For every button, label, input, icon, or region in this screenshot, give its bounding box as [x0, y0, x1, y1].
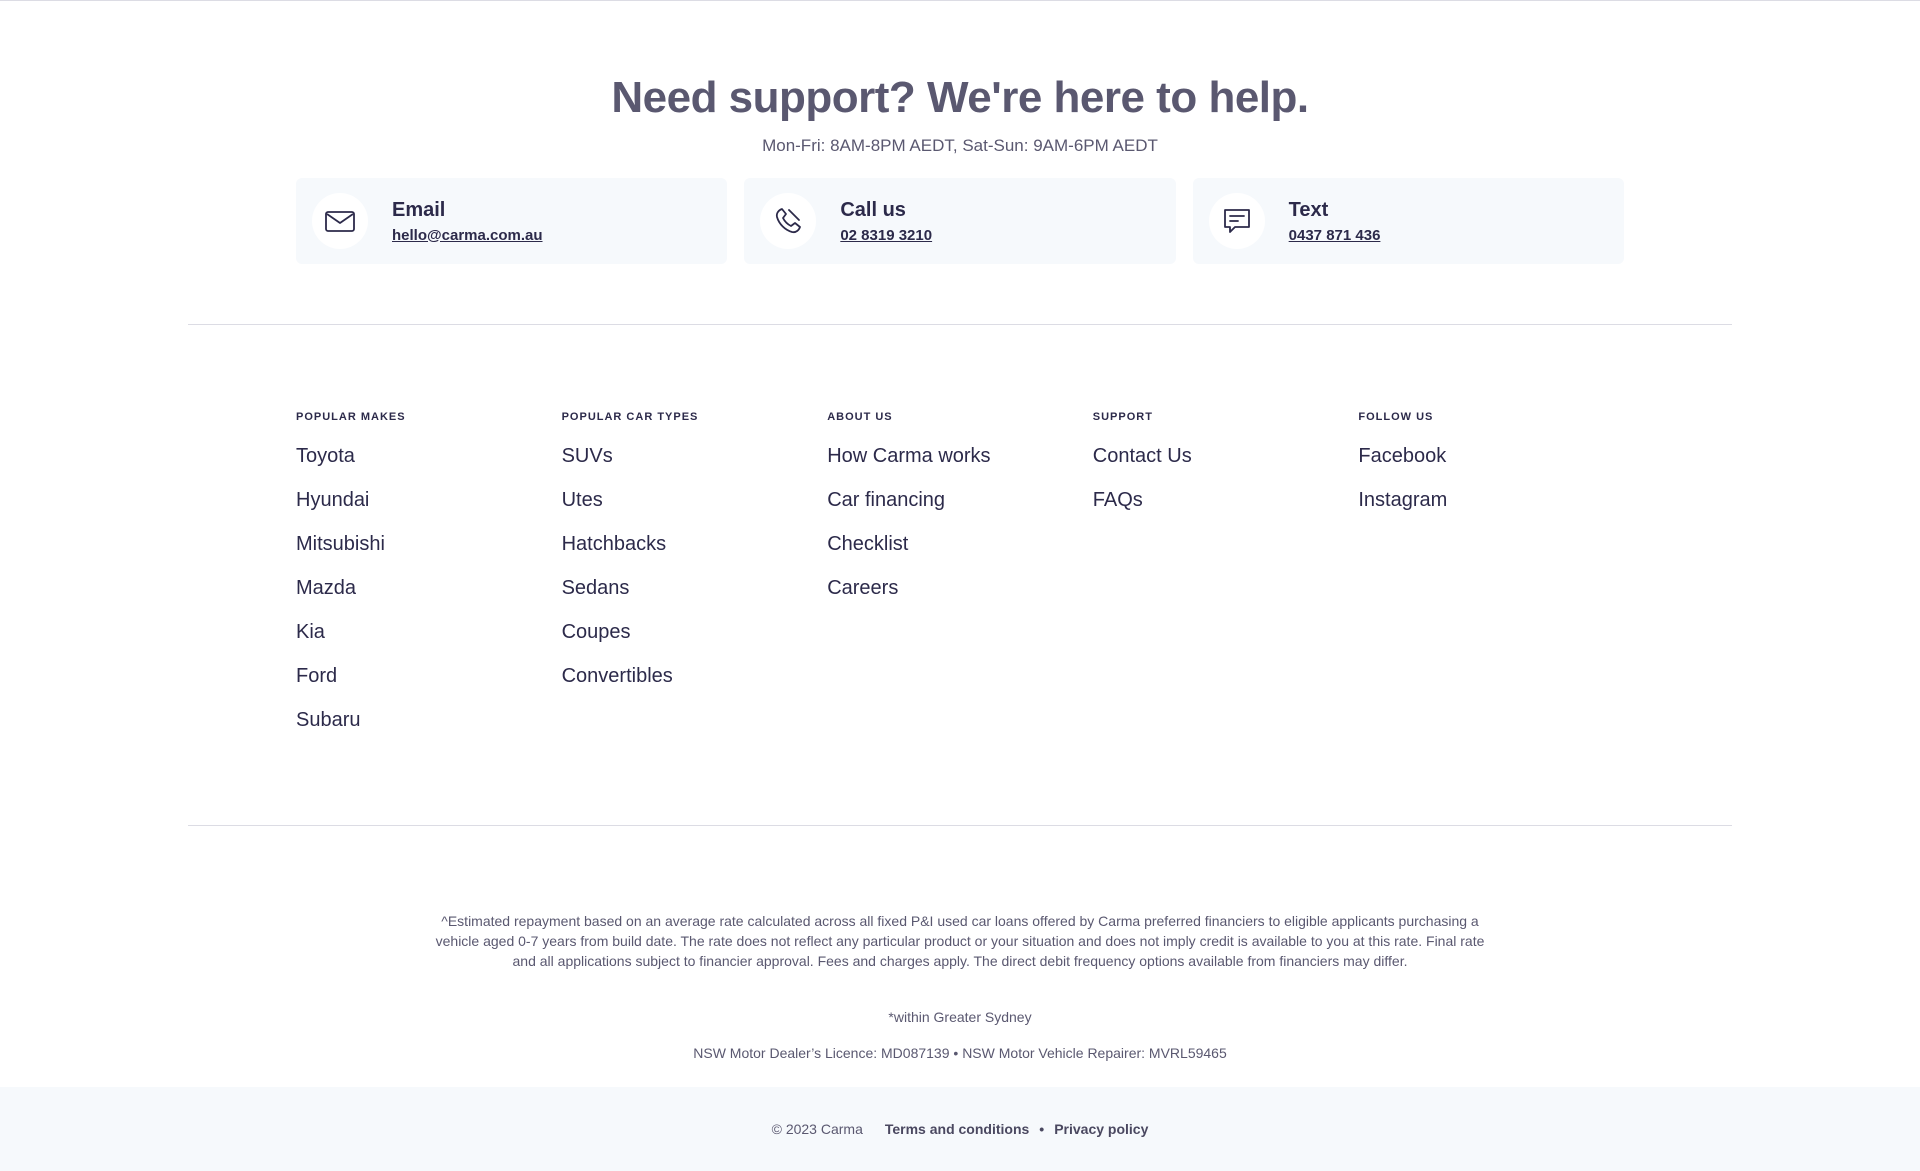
- footer-link-suvs[interactable]: SUVs: [562, 444, 828, 468]
- call-card[interactable]: Call us 02 8319 3210: [744, 178, 1176, 264]
- footer-column-support: SUPPORT Contact Us FAQs: [1093, 410, 1359, 752]
- footer-link-sedans[interactable]: Sedans: [562, 576, 828, 600]
- email-card[interactable]: Email hello@carma.com.au: [296, 178, 728, 264]
- contact-cards: Email hello@carma.com.au Call us 02 8319…: [296, 178, 1624, 264]
- phone-link[interactable]: 02 8319 3210: [840, 227, 932, 245]
- footer-link-toyota[interactable]: Toyota: [296, 444, 562, 468]
- column-heading: FOLLOW US: [1358, 411, 1434, 423]
- text-card[interactable]: Text 0437 871 436: [1192, 178, 1624, 264]
- separator-dot: •: [1039, 1121, 1045, 1137]
- footer-link-hyundai[interactable]: Hyundai: [296, 488, 562, 512]
- footer-link-coupes[interactable]: Coupes: [562, 620, 828, 644]
- text-label: Text: [1288, 198, 1329, 221]
- column-heading: SUPPORT: [1092, 411, 1153, 423]
- message-icon: [1208, 193, 1265, 249]
- column-heading: ABOUT US: [827, 411, 893, 423]
- bottom-bar: © 2023 Carma Terms and conditions • Priv…: [0, 1087, 1920, 1171]
- footer-link-instagram[interactable]: Instagram: [1358, 488, 1624, 512]
- footer-link-checklist[interactable]: Checklist: [827, 532, 1093, 556]
- column-heading: POPULAR CAR TYPES: [561, 411, 699, 423]
- footer-link-kia[interactable]: Kia: [296, 620, 562, 644]
- email-label: Email: [392, 198, 446, 221]
- email-link[interactable]: hello@carma.com.au: [392, 227, 543, 245]
- footer-link-how-carma-works[interactable]: How Carma works: [827, 444, 1093, 468]
- footer-link-mitsubishi[interactable]: Mitsubishi: [296, 532, 562, 556]
- repayment-disclaimer: ^Estimated repayment based on an average…: [435, 913, 1485, 969]
- footer-nav: POPULAR MAKES Toyota Hyundai Mitsubishi …: [296, 410, 1624, 752]
- footer-link-contact-us[interactable]: Contact Us: [1093, 444, 1359, 468]
- footer-link-subaru[interactable]: Subaru: [296, 708, 562, 732]
- support-section: Need support? We're here to help. Mon-Fr…: [0, 70, 1920, 156]
- support-heading: Need support? We're here to help.: [611, 73, 1309, 122]
- copyright: © 2023 Carma: [771, 1121, 863, 1137]
- footer-link-convertibles[interactable]: Convertibles: [562, 664, 828, 688]
- terms-link[interactable]: Terms and conditions: [885, 1121, 1029, 1137]
- privacy-link[interactable]: Privacy policy: [1054, 1121, 1148, 1137]
- column-heading: POPULAR MAKES: [296, 411, 406, 423]
- sms-link[interactable]: 0437 871 436: [1289, 227, 1381, 245]
- footer-column-car-types: POPULAR CAR TYPES SUVs Utes Hatchbacks S…: [562, 410, 828, 752]
- footer-link-mazda[interactable]: Mazda: [296, 576, 562, 600]
- footer-link-car-financing[interactable]: Car financing: [827, 488, 1093, 512]
- region-note: *within Greater Sydney: [888, 1009, 1032, 1025]
- licence-info: NSW Motor Dealer’s Licence: MD087139 • N…: [693, 1045, 1227, 1061]
- envelope-icon: [312, 193, 368, 249]
- footer-link-hatchbacks[interactable]: Hatchbacks: [562, 532, 828, 556]
- footer-link-ford[interactable]: Ford: [296, 664, 562, 688]
- footer-link-utes[interactable]: Utes: [562, 488, 828, 512]
- footer-link-careers[interactable]: Careers: [827, 576, 1093, 600]
- call-label: Call us: [840, 198, 906, 221]
- support-hours: Mon-Fri: 8AM-8PM AEDT, Sat-Sun: 9AM-6PM …: [762, 136, 1158, 155]
- footer-link-faqs[interactable]: FAQs: [1093, 488, 1359, 512]
- phone-icon: [760, 193, 817, 249]
- section-divider: [188, 825, 1732, 826]
- top-divider: [0, 0, 1920, 1]
- section-divider: [188, 324, 1732, 325]
- footer-column-popular-makes: POPULAR MAKES Toyota Hyundai Mitsubishi …: [296, 410, 562, 752]
- footer-link-facebook[interactable]: Facebook: [1358, 444, 1624, 468]
- footer-column-about-us: ABOUT US How Carma works Car financing C…: [827, 410, 1093, 752]
- footer-column-follow-us: FOLLOW US Facebook Instagram: [1358, 410, 1624, 752]
